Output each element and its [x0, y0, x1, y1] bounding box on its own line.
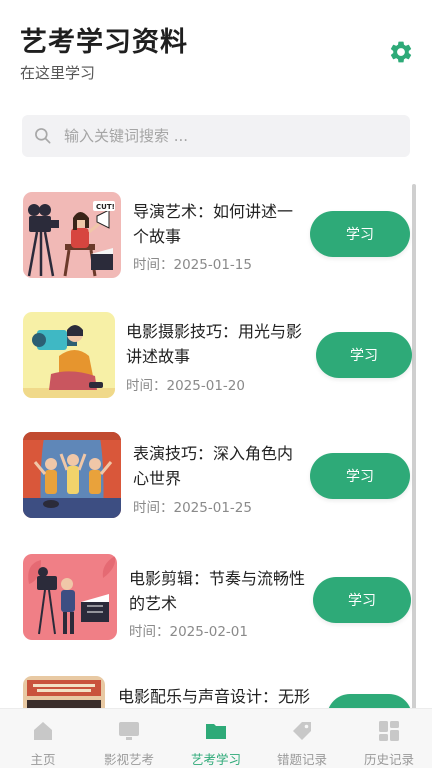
- tab-mistake-record[interactable]: 错题记录: [259, 709, 345, 768]
- search-icon: [35, 128, 51, 144]
- course-time: 时间：2025-01-25: [133, 500, 252, 516]
- cameraman-illustration: [23, 312, 115, 398]
- stage-performers-illustration: [23, 432, 121, 518]
- tab-label: 主页: [30, 752, 56, 767]
- tab-history[interactable]: 历史记录: [346, 709, 432, 768]
- gear-icon[interactable]: [388, 39, 414, 65]
- learn-button[interactable]: 学习: [313, 577, 411, 623]
- tab-home[interactable]: 主页: [0, 709, 86, 768]
- course-thumbnail: [23, 554, 117, 640]
- tab-label: 影视艺考: [103, 752, 154, 767]
- dashboard-icon: [379, 721, 399, 741]
- tag-icon: [293, 722, 311, 740]
- tab-label: 错题记录: [276, 752, 327, 767]
- course-time: 时间：2025-01-15: [133, 257, 252, 273]
- list-item[interactable]: 电影摄影技巧：用光与影讲述故事 时间：2025-01-20 学习: [0, 294, 412, 404]
- bottom-tab-bar: 主页 影视艺考 艺考学习 错题记录 历史记录: [0, 708, 432, 768]
- learn-button[interactable]: 学习: [310, 453, 410, 499]
- course-list: CUT! 导演艺术：如何讲述一个故事 时间：2025-01-15 学习 电影摄影…: [0, 176, 432, 708]
- tab-film-art-exam[interactable]: 影视艺考: [86, 709, 172, 768]
- page-subtitle: 在这里学习: [20, 64, 96, 82]
- page-title: 艺考学习资料: [20, 27, 188, 58]
- search-bar[interactable]: [22, 115, 410, 157]
- list-item[interactable]: 表演技巧：深入角色内心世界 时间：2025-01-25 学习: [0, 416, 412, 526]
- search-input[interactable]: [64, 115, 400, 157]
- film-crew-illustration: [23, 554, 117, 640]
- course-time: 时间：2025-01-20: [126, 378, 245, 394]
- tab-label: 艺考学习: [190, 752, 241, 767]
- course-title: 电影配乐与声音设计：无形: [118, 687, 311, 706]
- course-thumbnail: [23, 312, 115, 398]
- course-thumbnail: [23, 432, 121, 518]
- header: 艺考学习资料 在这里学习: [0, 0, 432, 100]
- home-icon: [34, 722, 52, 740]
- learn-button[interactable]: 学习: [327, 694, 412, 708]
- course-thumbnail: [23, 676, 105, 708]
- director-illustration: CUT!: [23, 192, 121, 278]
- course-title: 电影剪辑：节奏与流畅性的艺术: [129, 569, 306, 613]
- movie-poster-illustration: [23, 676, 105, 708]
- tab-art-exam-study[interactable]: 艺考学习: [173, 709, 259, 768]
- list-item[interactable]: 电影剪辑：节奏与流畅性的艺术 时间：2025-02-01 学习: [0, 538, 412, 648]
- course-thumbnail: CUT!: [23, 192, 121, 278]
- course-title: 表演技巧：深入角色内心世界: [133, 444, 294, 488]
- tab-label: 历史记录: [363, 752, 414, 767]
- list-item[interactable]: CUT! 导演艺术：如何讲述一个故事 时间：2025-01-15 学习: [0, 176, 412, 286]
- svg-text:CUT!: CUT!: [96, 203, 115, 211]
- course-title: 导演艺术：如何讲述一个故事: [133, 202, 294, 246]
- folder-icon: [206, 724, 226, 739]
- monitor-icon: [119, 722, 139, 740]
- course-time: 时间：2025-02-01: [129, 624, 248, 640]
- list-item[interactable]: 电影配乐与声音设计：无形 学习: [0, 660, 412, 708]
- course-title: 电影摄影技巧：用光与影讲述故事: [126, 322, 303, 366]
- learn-button[interactable]: 学习: [310, 211, 410, 257]
- learn-button[interactable]: 学习: [316, 332, 412, 378]
